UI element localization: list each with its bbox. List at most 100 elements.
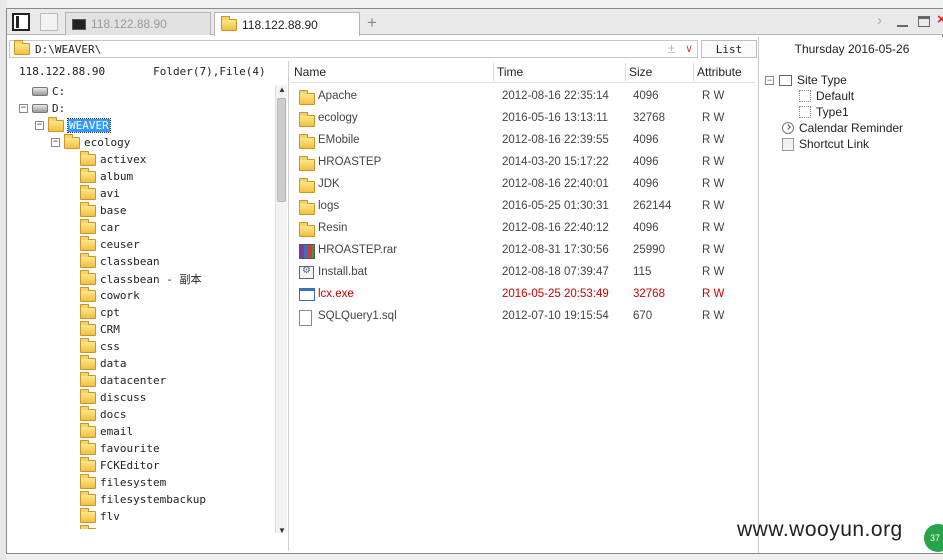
tree-item[interactable]: CRM: [67, 320, 120, 338]
blank-tab-button[interactable]: [40, 13, 58, 31]
tree-item[interactable]: − WEAVER: [35, 116, 111, 134]
folder-icon: [80, 337, 96, 353]
folder-icon: [80, 354, 96, 370]
column-size[interactable]: Size: [625, 62, 652, 81]
tree-item[interactable]: css: [67, 337, 120, 355]
file-time: 2012-08-18 07:39:47: [502, 266, 609, 278]
file-attribute: R W: [702, 200, 725, 212]
file-time: 2016-05-25 01:30:31: [502, 200, 609, 212]
collapse-icon[interactable]: −: [765, 75, 774, 85]
file-size: 4096: [633, 90, 659, 102]
tree-item[interactable]: data: [67, 354, 127, 372]
tree-item[interactable]: flv: [67, 507, 120, 525]
site-tree-item[interactable]: Shortcut Link: [782, 136, 869, 152]
add-tab-button[interactable]: +: [367, 13, 377, 33]
chevron-right-icon[interactable]: ›: [877, 12, 882, 29]
folder-icon: [80, 388, 96, 404]
file-row[interactable]: logs 2016-05-25 01:30:31 262144 R W: [291, 195, 755, 217]
file-row[interactable]: Resin 2012-08-16 22:40:12 4096 R W: [291, 217, 755, 239]
tree-item-label: car: [100, 221, 120, 234]
tree-item[interactable]: − ecology: [51, 133, 130, 151]
tree-item[interactable]: f...: [67, 524, 127, 529]
file-row[interactable]: lcx.exe 2016-05-25 20:53:49 32768 R W: [291, 283, 755, 305]
file-row[interactable]: ecology 2016-05-16 13:13:11 32768 R W: [291, 107, 755, 129]
file-row[interactable]: HROASTEP.rar 2012-08-31 17:30:56 25990 R W: [291, 239, 755, 261]
plus-minus-icon[interactable]: ±: [668, 41, 675, 56]
file-row[interactable]: EMobile 2012-08-16 22:39:55 4096 R W: [291, 129, 755, 151]
tree-item[interactable]: FCKEditor: [67, 456, 160, 474]
column-time[interactable]: Time: [493, 62, 523, 81]
file-name: JDK: [318, 178, 340, 190]
tree-item[interactable]: email: [67, 422, 133, 440]
tree-item[interactable]: avi: [67, 184, 120, 202]
collapse-icon[interactable]: −: [19, 104, 28, 113]
file-row[interactable]: Install.bat 2012-08-18 07:39:47 115 R W: [291, 261, 755, 283]
folder-summary: Folder(7),File(4): [153, 65, 266, 78]
tree-item[interactable]: docs: [67, 405, 127, 423]
folder-icon: [299, 222, 315, 237]
close-button[interactable]: ×: [937, 11, 943, 28]
tree-item[interactable]: classbean: [67, 252, 160, 270]
tab-terminal[interactable]: 118.122.88.90: [65, 12, 211, 35]
sql-icon: [299, 310, 312, 326]
folder-icon: [80, 269, 96, 285]
scroll-thumb[interactable]: [277, 98, 286, 202]
file-row[interactable]: Apache 2012-08-16 22:35:14 4096 R W: [291, 85, 755, 107]
column-attribute[interactable]: Attribute: [693, 62, 742, 81]
site-tree-label: Site Type: [797, 73, 847, 87]
path-input[interactable]: D:\WEAVER\ ± ∨: [9, 40, 698, 58]
folder-icon: [299, 178, 315, 193]
site-tree-item[interactable]: Default: [799, 88, 854, 104]
tree-item[interactable]: car: [67, 218, 120, 236]
right-panel: Thursday 2016-05-26 − Site Type Default Typ…: [758, 37, 943, 553]
tree-item[interactable]: favourite: [67, 439, 160, 457]
maximize-button[interactable]: [918, 16, 930, 27]
site-tree-item[interactable]: Calendar Reminder: [782, 120, 903, 136]
tree-item[interactable]: activex: [67, 150, 146, 168]
file-list-header: Name Time Size Attribute: [291, 61, 755, 83]
collapse-icon[interactable]: −: [51, 138, 60, 147]
directory-tree[interactable]: C: − D: − WEAVER − ecology activex album avi base c…: [9, 83, 277, 529]
tree-item-label: D:: [52, 102, 66, 115]
file-attribute: R W: [702, 134, 725, 146]
file-row[interactable]: JDK 2012-08-16 22:40:01 4096 R W: [291, 173, 755, 195]
tree-item[interactable]: discuss: [67, 388, 146, 406]
drive-icon: [32, 104, 48, 113]
site-tree-item[interactable]: Type1: [799, 104, 849, 120]
column-name[interactable]: Name: [291, 63, 326, 81]
file-manager-window: 118.122.88.90 118.122.88.90 + › × D:\WEA…: [6, 8, 943, 554]
tree-item[interactable]: − D:: [19, 100, 65, 117]
folder-icon: [221, 15, 237, 31]
pane-splitter[interactable]: [288, 61, 289, 551]
tab-file-manager[interactable]: 118.122.88.90: [214, 12, 360, 36]
tree-item[interactable]: filesystembackup: [67, 490, 206, 508]
tree-item[interactable]: datacenter: [67, 371, 166, 389]
tree-item-label: classbean: [100, 255, 160, 268]
site-tree-item[interactable]: − Site Type: [765, 72, 847, 88]
scroll-down-icon[interactable]: ▼: [278, 526, 286, 535]
tree-item[interactable]: cpt: [67, 303, 120, 321]
tree-item[interactable]: filesystem: [67, 473, 166, 491]
tree-item[interactable]: C:: [19, 83, 65, 100]
folder-icon: [80, 320, 96, 336]
list-button[interactable]: List: [701, 40, 757, 58]
collapse-icon[interactable]: −: [35, 121, 44, 130]
panel-toggle-button[interactable]: [12, 13, 30, 31]
file-row[interactable]: HROASTEP 2014-03-20 15:17:22 4096 R W: [291, 151, 755, 173]
tree-item[interactable]: cowork: [67, 286, 140, 304]
file-row[interactable]: SQLQuery1.sql 2012-07-10 19:15:54 670 R W: [291, 305, 755, 327]
folder-icon: [80, 286, 96, 302]
tree-item[interactable]: classbean - 副本: [67, 269, 201, 287]
host-label: 118.122.88.90: [19, 65, 106, 78]
chevron-down-icon[interactable]: ∨: [685, 42, 693, 55]
file-attribute: R W: [702, 310, 725, 322]
tree-item[interactable]: base: [67, 201, 127, 219]
tree-scrollbar[interactable]: ▲ ▼: [275, 85, 287, 535]
scroll-up-icon[interactable]: ▲: [278, 85, 286, 94]
tree-item[interactable]: ceuser: [67, 235, 140, 253]
folder-icon: [80, 405, 96, 421]
minimize-button[interactable]: [897, 16, 908, 27]
tree-item[interactable]: album: [67, 167, 133, 185]
folder-icon: [80, 456, 96, 472]
file-name: HROASTEP.rar: [318, 244, 398, 256]
